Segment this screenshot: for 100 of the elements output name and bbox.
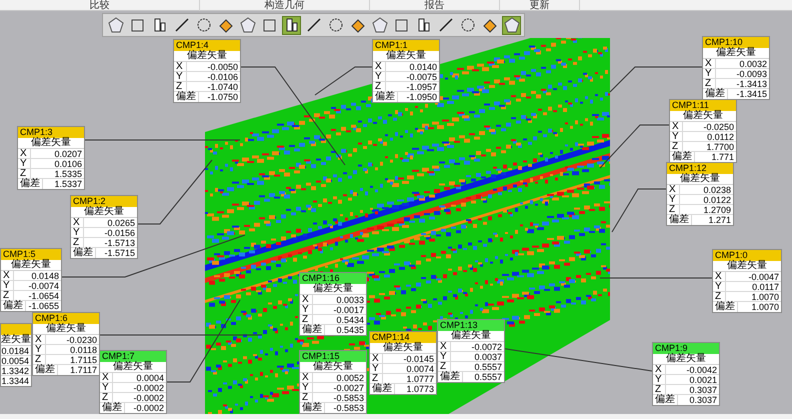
callout-header: CMP1:13 bbox=[438, 320, 504, 331]
callout-heading: 偏差矢量 bbox=[33, 324, 99, 335]
row-label: X bbox=[300, 295, 313, 304]
row-value: 1.771 bbox=[710, 152, 735, 162]
row-label: Z bbox=[1, 291, 14, 300]
row-label: Z bbox=[670, 142, 683, 151]
tool-icon bbox=[152, 17, 168, 33]
row-label: X bbox=[713, 272, 726, 281]
menu-tab[interactable]: 比较 bbox=[0, 0, 200, 11]
toolbar-button[interactable] bbox=[106, 16, 125, 34]
row-value: 0.0140 bbox=[408, 62, 438, 71]
row-label: X bbox=[300, 373, 313, 382]
tool-icon bbox=[328, 17, 344, 33]
callout-header: CMP1:1 bbox=[373, 40, 439, 51]
row-label: X bbox=[174, 62, 187, 71]
callout-heading: 偏差矢量 bbox=[670, 111, 736, 122]
row-value: -0.0072 bbox=[470, 342, 503, 351]
callout-header: CMP1:6 bbox=[33, 313, 99, 324]
row-label: Y bbox=[300, 305, 313, 314]
row-value: 0.5557 bbox=[473, 362, 503, 371]
tool-icon bbox=[306, 17, 322, 33]
row-value: -0.0156 bbox=[103, 228, 136, 237]
callout-heading: 差矢量 bbox=[1, 335, 31, 346]
row-value: 0.0112 bbox=[706, 132, 735, 141]
row-label: Y bbox=[100, 383, 113, 392]
tool-icon bbox=[240, 17, 256, 33]
callout-heading: 偏差矢量 bbox=[653, 354, 719, 365]
row-label: Z bbox=[300, 393, 313, 402]
tool-icon bbox=[284, 17, 300, 33]
row-label: Y bbox=[667, 195, 680, 204]
row-label: Y bbox=[703, 69, 716, 78]
row-label: Y bbox=[670, 132, 683, 141]
row-label: X bbox=[370, 354, 383, 363]
row-value: -0.0042 bbox=[685, 365, 718, 374]
row-value: 0.0106 bbox=[53, 159, 83, 168]
toolbar-button[interactable] bbox=[238, 16, 257, 34]
toolbar-button[interactable] bbox=[370, 16, 389, 34]
tool-icon bbox=[460, 17, 476, 33]
row-value: 0.0033 bbox=[335, 295, 365, 304]
row-label: 偏差 bbox=[667, 215, 692, 225]
tool-icon bbox=[416, 17, 432, 33]
row-value: -0.5853 bbox=[332, 393, 365, 402]
row-value: 0.0117 bbox=[751, 282, 780, 291]
row-value: 0.0207 bbox=[53, 149, 83, 158]
row-value: -0.0002 bbox=[132, 403, 165, 413]
callout-heading: 偏差矢量 bbox=[1, 260, 61, 271]
row-value: 0.0238 bbox=[702, 185, 732, 194]
toolbar-button[interactable] bbox=[502, 16, 521, 34]
row-label: 偏差 bbox=[653, 395, 678, 405]
row-value: 0.5435 bbox=[335, 325, 365, 335]
row-value: 1.5335 bbox=[53, 169, 83, 178]
callout-header: CMP1:14 bbox=[370, 332, 436, 343]
row-label: 偏差 bbox=[300, 403, 325, 413]
row-value: -0.0075 bbox=[405, 72, 438, 81]
callout-header: CMP1:5 bbox=[1, 249, 61, 260]
row-value: 1.3344 bbox=[1, 376, 30, 386]
row-value: -0.0002 bbox=[132, 393, 165, 402]
callout-heading: 偏差矢量 bbox=[100, 362, 166, 373]
row-label: X bbox=[18, 149, 31, 158]
row-value: 0.0021 bbox=[688, 375, 718, 384]
row-value: -0.0093 bbox=[735, 69, 768, 78]
row-label: Y bbox=[71, 228, 84, 237]
row-value: -1.5715 bbox=[103, 248, 136, 258]
row-value: -0.0230 bbox=[65, 335, 98, 344]
callout-header: CMP1:15 bbox=[300, 351, 366, 362]
row-value: 0.0148 bbox=[30, 271, 60, 280]
row-label: Z bbox=[373, 82, 386, 91]
row-value: -0.0002 bbox=[132, 383, 165, 392]
callout-heading: 偏差矢量 bbox=[703, 48, 769, 59]
toolbar-button[interactable] bbox=[282, 16, 301, 34]
row-label: 偏差 bbox=[33, 365, 58, 375]
row-value: -0.0017 bbox=[332, 305, 365, 314]
row-label: Z bbox=[703, 79, 716, 88]
row-value: -0.0050 bbox=[206, 62, 239, 71]
row-value: 0.0074 bbox=[405, 364, 435, 373]
callout-heading: 偏差矢量 bbox=[370, 343, 436, 354]
row-label: Z bbox=[71, 238, 84, 247]
tool-icon bbox=[482, 17, 498, 33]
row-value: 0.0118 bbox=[69, 345, 98, 354]
row-label: X bbox=[71, 218, 84, 227]
tool-icon bbox=[504, 17, 520, 33]
row-value: -1.5713 bbox=[103, 238, 136, 247]
menu-tab[interactable]: 报告 bbox=[370, 0, 500, 11]
row-value: -1.0950 bbox=[405, 92, 438, 102]
menu-tab[interactable]: 构造几何 bbox=[200, 0, 370, 11]
row-value: 1.5337 bbox=[53, 179, 83, 189]
callout-header: CMP1:11 bbox=[670, 100, 736, 111]
row-label: Z bbox=[18, 169, 31, 178]
callout-header: CMP1:7 bbox=[100, 351, 166, 362]
tool-icon bbox=[438, 17, 454, 33]
tool-icon bbox=[130, 17, 146, 33]
row-label: Y bbox=[1, 281, 14, 290]
callout-header: CMP1:12 bbox=[667, 163, 733, 174]
row-label: Y bbox=[174, 72, 187, 81]
callout-header: CMP1:10 bbox=[703, 37, 769, 48]
row-value: -1.0750 bbox=[206, 92, 239, 102]
callout-heading: 偏差矢量 bbox=[71, 207, 137, 218]
row-label: X bbox=[33, 335, 46, 344]
row-label: Y bbox=[18, 159, 31, 168]
row-value: 1.7117 bbox=[69, 365, 98, 375]
